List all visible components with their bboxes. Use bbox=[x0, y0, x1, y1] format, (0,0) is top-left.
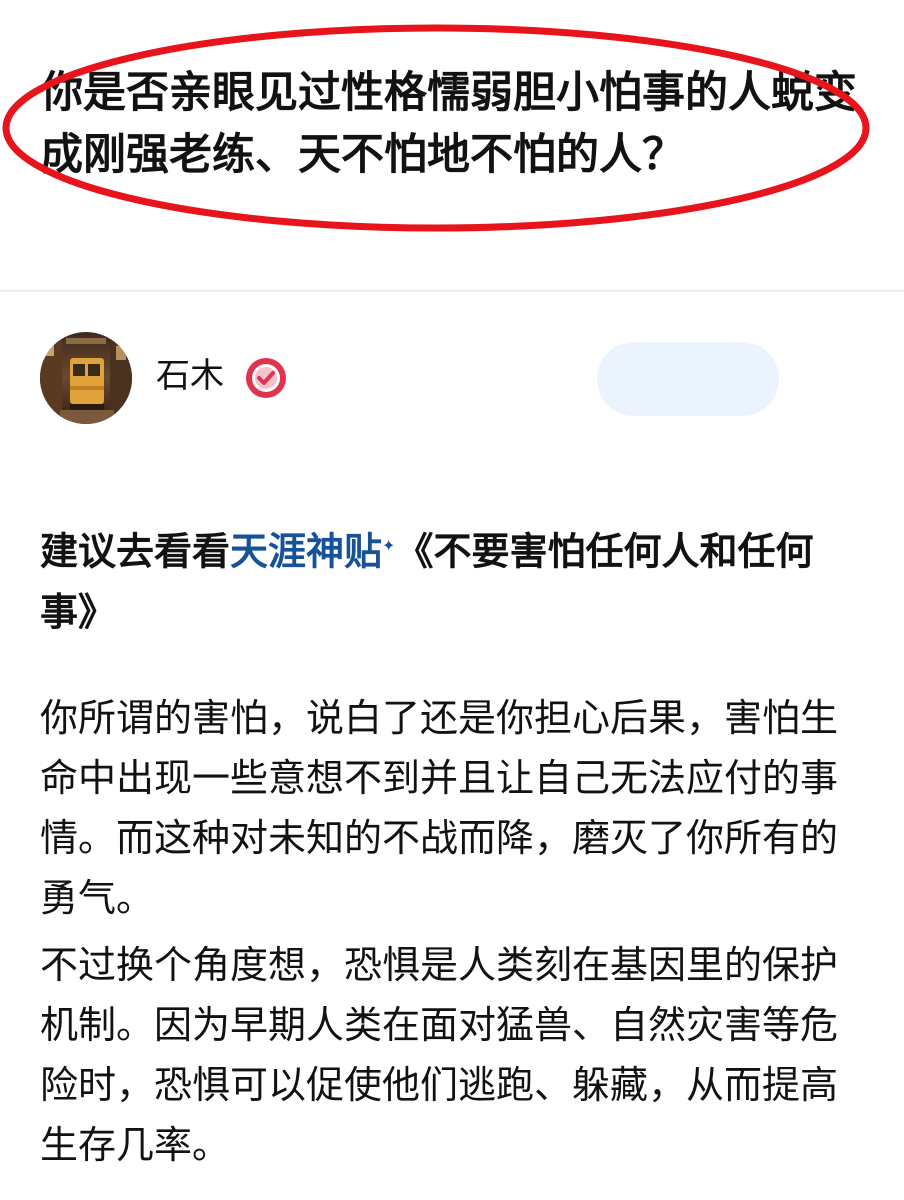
answer-heading-prefix: 建议去看看 bbox=[40, 529, 231, 574]
author-row: 石木 bbox=[0, 330, 904, 430]
avatar[interactable] bbox=[40, 332, 132, 424]
answer-paragraph: 不过换个角度想，恐惧是人类刻在基因里的保护机制。因为早期人类在面对猛兽、自然灾害… bbox=[40, 943, 839, 1167]
answer-heading: 建议去看看天涯神贴✦《不要害怕任何人和任何事》 bbox=[40, 516, 870, 642]
tianya-link[interactable]: 天涯神贴 bbox=[230, 530, 382, 574]
sparkle-icon: ✦ bbox=[382, 536, 396, 555]
question-header: 你是否亲眼见过性格懦弱胆小怕事的人蜕变成刚强老练、天不怕地不怕的人？ bbox=[0, 0, 904, 290]
author-name[interactable]: 石木 bbox=[156, 354, 224, 398]
section-divider bbox=[0, 290, 904, 292]
verified-badge-icon bbox=[244, 356, 288, 400]
tram-avatar-image bbox=[40, 332, 132, 424]
red-highlight-ellipse bbox=[2, 24, 870, 232]
follow-button[interactable] bbox=[597, 342, 779, 416]
answer-paragraph: 你所谓的害怕，说白了还是你担心后果，害怕生命中出现一些意想不到并且让自己无法应付… bbox=[40, 696, 839, 920]
